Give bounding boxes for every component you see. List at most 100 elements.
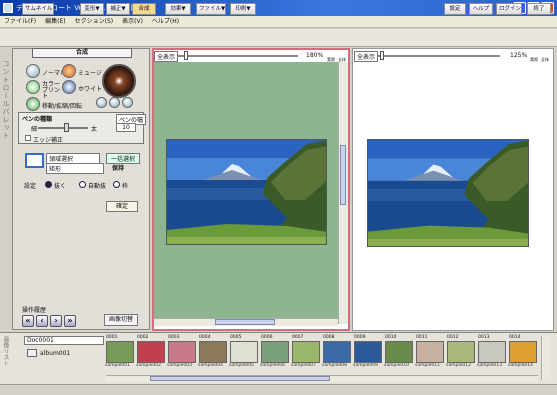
area-select-dropdown[interactable]: 矩形 — [46, 163, 104, 174]
area-select-icon[interactable] — [25, 153, 44, 168]
thumbnail[interactable] — [416, 341, 444, 363]
print-button[interactable]: 印刷▼ — [230, 3, 256, 15]
thumbnail[interactable] — [230, 341, 258, 363]
muse-mode-icon[interactable] — [62, 64, 76, 78]
thumbnail[interactable] — [323, 341, 351, 363]
last-button[interactable]: » — [64, 315, 76, 327]
correct-button[interactable]: 補正▼ — [106, 3, 130, 15]
right-whole-button[interactable]: 全体 — [541, 57, 549, 63]
thumb-label: sample013 — [477, 363, 502, 368]
radio-cut[interactable] — [45, 181, 52, 188]
pen-type-label: ペンの種類 — [22, 116, 53, 123]
first-button[interactable]: « — [22, 315, 34, 327]
thumb-number: 0003 — [168, 335, 180, 340]
right-actual-button[interactable]: 実際 — [530, 57, 538, 63]
image-list-label: 画像リスト — [2, 336, 9, 366]
thumb-number: 0005 — [230, 335, 242, 340]
thumbnail[interactable] — [106, 341, 134, 363]
thumb-label: sample012 — [446, 363, 471, 368]
edge-correct-checkbox[interactable] — [25, 135, 31, 141]
radio-frame[interactable] — [113, 181, 120, 188]
color-print-icon[interactable] — [26, 80, 40, 94]
left-zoom-thumb[interactable] — [184, 51, 188, 60]
thumbnail[interactable] — [447, 341, 475, 363]
left-vscroll-thumb[interactable] — [340, 145, 346, 205]
flip-h-icon[interactable] — [96, 97, 107, 108]
thumbnail[interactable] — [261, 341, 289, 363]
next-button[interactable]: › — [50, 315, 62, 327]
menu-bar: ファイル(F) 編集(E) セクション(S) 表示(V) ヘルプ(H) — [0, 16, 557, 28]
transform-button[interactable]: 変形▼ — [80, 3, 104, 15]
thumbnail[interactable] — [168, 341, 196, 363]
thumbnail[interactable] — [137, 341, 165, 363]
toolbar — [0, 29, 557, 47]
pen-slider-thumb[interactable] — [64, 123, 69, 132]
menu-help[interactable]: ヘルプ(H) — [152, 18, 179, 25]
help-button[interactable]: ヘルプ — [469, 3, 493, 15]
confirm-button[interactable]: 確定 — [106, 201, 138, 212]
left-zoom-slider[interactable] — [178, 55, 298, 57]
thumbnail[interactable] — [385, 341, 413, 363]
flip-v-icon[interactable] — [122, 97, 133, 108]
keep-label[interactable]: 保持 — [112, 163, 124, 172]
rotate-icon[interactable] — [109, 97, 120, 108]
thumb-number: 0008 — [323, 335, 335, 340]
pen-width-input[interactable]: 10 — [116, 123, 136, 132]
thumb-label: sample004 — [198, 363, 223, 368]
settings-button[interactable]: 設定 — [444, 3, 466, 15]
thumb-label: sample002 — [136, 363, 161, 368]
move-scale-rotate-icon[interactable] — [26, 97, 40, 111]
brush-preview — [102, 64, 136, 98]
prev-button[interactable]: ‹ — [36, 315, 48, 327]
thumb-number: 0009 — [354, 335, 366, 340]
radio-frame-label: 枠 — [122, 183, 129, 190]
pen-max-label: 太 — [91, 126, 98, 133]
normal-mode-icon[interactable] — [26, 64, 40, 78]
menu-file[interactable]: ファイル(F) — [4, 18, 36, 25]
move-scale-rotate-label: 移動/拡縮/回転 — [42, 103, 83, 110]
status-bar — [0, 384, 557, 395]
thumb-label: sample003 — [167, 363, 192, 368]
thumbnail[interactable] — [354, 341, 382, 363]
thumb-label: sample007 — [291, 363, 316, 368]
filmstrip-vscroll[interactable] — [541, 336, 551, 380]
login-button[interactable]: ログイン — [496, 3, 522, 15]
radio-auto-label: 自動抜 — [88, 183, 107, 190]
effect-button[interactable]: 効果▼ — [165, 3, 191, 15]
menu-edit[interactable]: 編集(E) — [45, 18, 65, 25]
exit-button[interactable]: 終了 — [527, 3, 551, 15]
composite-button[interactable]: 合成 — [132, 3, 156, 15]
thumb-number: 0011 — [416, 335, 428, 340]
thumbnail[interactable] — [292, 341, 320, 363]
thumb-number: 0013 — [478, 335, 490, 340]
left-fit-button[interactable]: 全表示 — [154, 51, 179, 62]
thumbnail[interactable] — [199, 341, 227, 363]
thumbnail[interactable] — [478, 341, 506, 363]
thumb-label: sample006 — [260, 363, 285, 368]
folder-dropdown[interactable]: Doc0001 — [24, 336, 104, 345]
menu-view[interactable]: 表示(V) — [122, 18, 143, 25]
right-zoom-slider[interactable] — [378, 55, 500, 57]
left-zoom-value: 180% — [306, 52, 324, 59]
thumbnail[interactable] — [509, 341, 537, 363]
menu-section[interactable]: セクション(S) — [75, 18, 114, 25]
edge-correct-label: エッジ補正 — [33, 137, 64, 144]
filmstrip-hscroll-thumb[interactable] — [150, 376, 330, 381]
history-label: 操作履歴 — [22, 307, 47, 314]
white-mode-icon[interactable] — [62, 80, 76, 94]
thumb-number: 0002 — [137, 335, 149, 340]
thumb-number: 0012 — [447, 335, 459, 340]
thumb-label: sample001 — [105, 363, 130, 368]
left-hscroll-thumb[interactable] — [215, 319, 275, 325]
control-palette-label: コントロールパレット — [2, 60, 10, 140]
radio-auto[interactable] — [79, 181, 86, 188]
thumb-label: sample010 — [384, 363, 409, 368]
file-button[interactable]: ファイル▼ — [196, 3, 226, 15]
mode-label: 設定 — [24, 183, 37, 190]
right-fit-button[interactable]: 全表示 — [354, 51, 379, 62]
right-zoom-thumb[interactable] — [380, 51, 384, 60]
landscape-photo-left — [166, 139, 327, 245]
pen-width-slider[interactable] — [38, 127, 88, 129]
thumbnail-button[interactable]: サムネイル — [22, 3, 54, 15]
image-switch-button[interactable]: 画像切替 — [104, 314, 138, 326]
